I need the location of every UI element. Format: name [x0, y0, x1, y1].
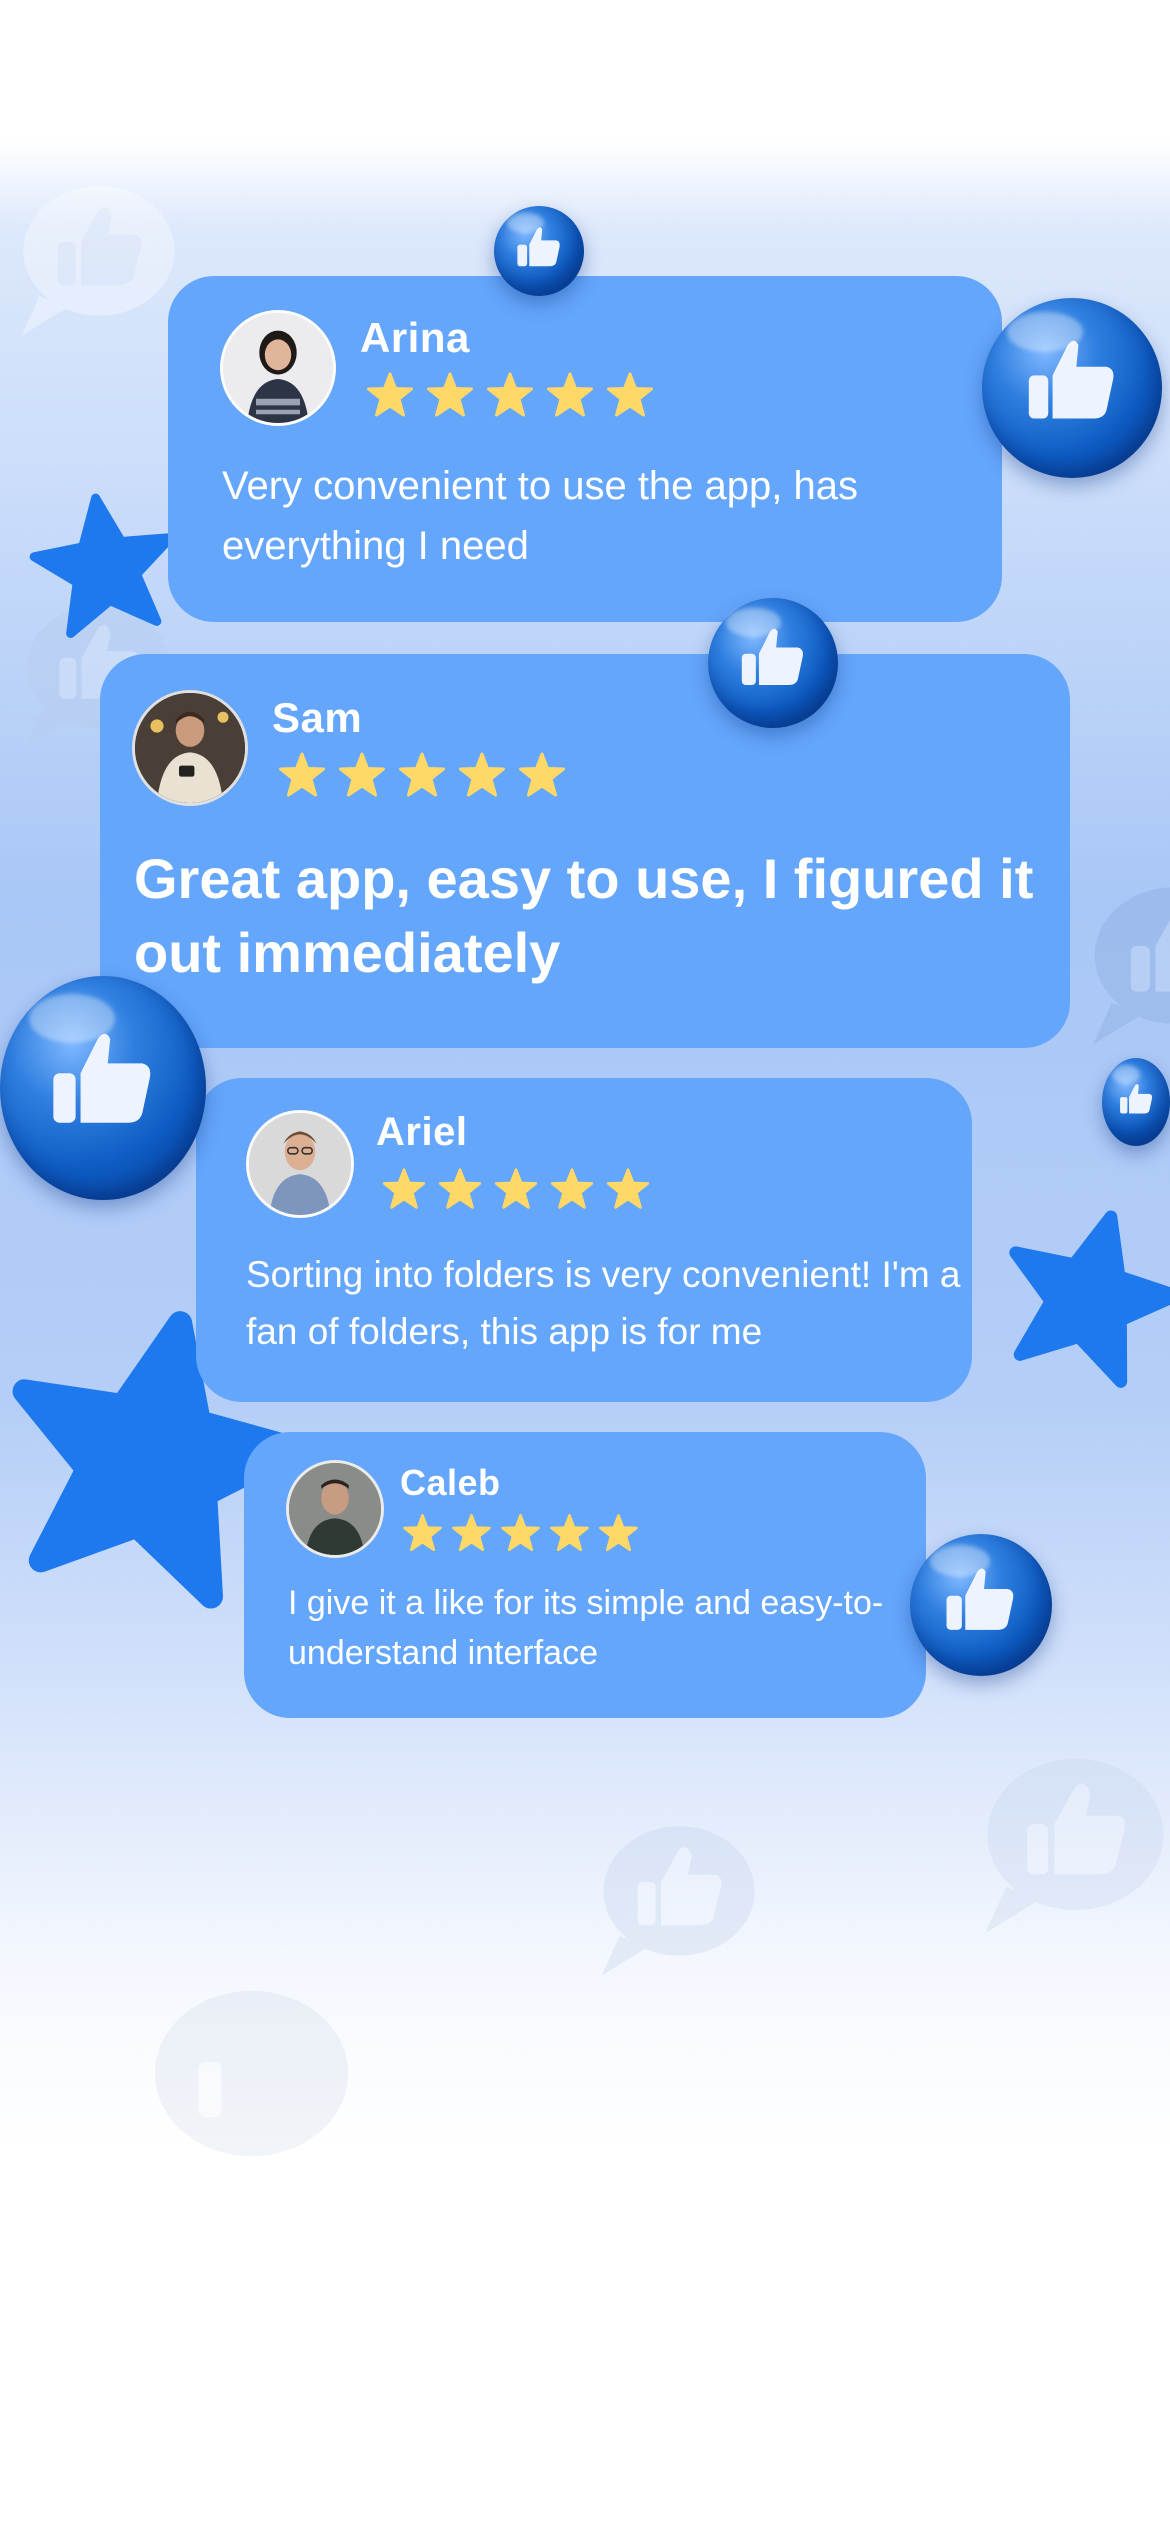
rating-stars	[360, 370, 660, 420]
ghost-like-bubble-icon	[0, 170, 180, 350]
thumbs-up-icon	[494, 206, 584, 296]
thumbs-up-icon	[708, 598, 838, 728]
star-icon	[427, 372, 473, 417]
ghost-like-bubble-icon	[960, 1740, 1170, 1950]
star-icon	[494, 1168, 538, 1209]
star-icon	[452, 1514, 491, 1552]
avatar	[132, 690, 248, 806]
star-icon	[550, 1514, 589, 1552]
star-icon	[339, 752, 385, 797]
ghost-like-bubble-icon	[110, 1970, 370, 2200]
review-text: I give it a like for its simple and easy…	[288, 1584, 884, 1672]
star-icon	[607, 372, 653, 417]
star-icon	[599, 1514, 638, 1552]
review-card: Sam Great app, easy to use, I figured it…	[100, 654, 1070, 1048]
review-text: Sorting into folders is very convenient!…	[246, 1254, 961, 1352]
reviewer-name: Caleb	[400, 1462, 501, 1503]
star-icon	[487, 372, 533, 417]
star-icon	[399, 752, 445, 797]
reviewer-name: Ariel	[376, 1110, 468, 1154]
review-card: Arina Very convenient to use the app, ha…	[168, 276, 1002, 622]
star-icon	[547, 372, 593, 417]
star-icon	[367, 372, 413, 417]
star-icon	[501, 1514, 540, 1552]
review-text: Great app, easy to use, I figured it out…	[134, 847, 1034, 984]
avatar	[286, 1460, 384, 1558]
rating-stars	[398, 1512, 643, 1554]
avatar	[246, 1110, 354, 1218]
thumbs-up-icon	[910, 1534, 1052, 1676]
reviewer-name: Arina	[360, 314, 470, 361]
review-card: Caleb I give it a like for its simple an…	[244, 1432, 926, 1718]
review-card: Ariel Sorting into folders is very conve…	[196, 1078, 972, 1402]
star-icon	[279, 752, 325, 797]
ghost-like-bubble-icon	[1070, 870, 1170, 1060]
star-icon	[519, 752, 565, 797]
review-text: Very convenient to use the app, has ever…	[222, 464, 858, 568]
star-icon	[550, 1168, 594, 1209]
rating-stars	[272, 750, 572, 800]
thumbs-up-icon	[0, 976, 206, 1200]
decorative-star-icon	[978, 1180, 1170, 1410]
rating-stars	[376, 1166, 656, 1212]
thumbs-up-icon	[982, 298, 1162, 478]
decorative-star-icon	[20, 480, 189, 649]
star-icon	[438, 1168, 482, 1209]
star-icon	[382, 1168, 426, 1209]
reviewer-name: Sam	[272, 694, 363, 741]
star-icon	[459, 752, 505, 797]
star-icon	[606, 1168, 650, 1209]
ghost-like-bubble-icon	[580, 1810, 760, 1990]
avatar	[220, 310, 336, 426]
thumbs-up-icon	[1102, 1058, 1170, 1146]
star-icon	[403, 1514, 442, 1552]
